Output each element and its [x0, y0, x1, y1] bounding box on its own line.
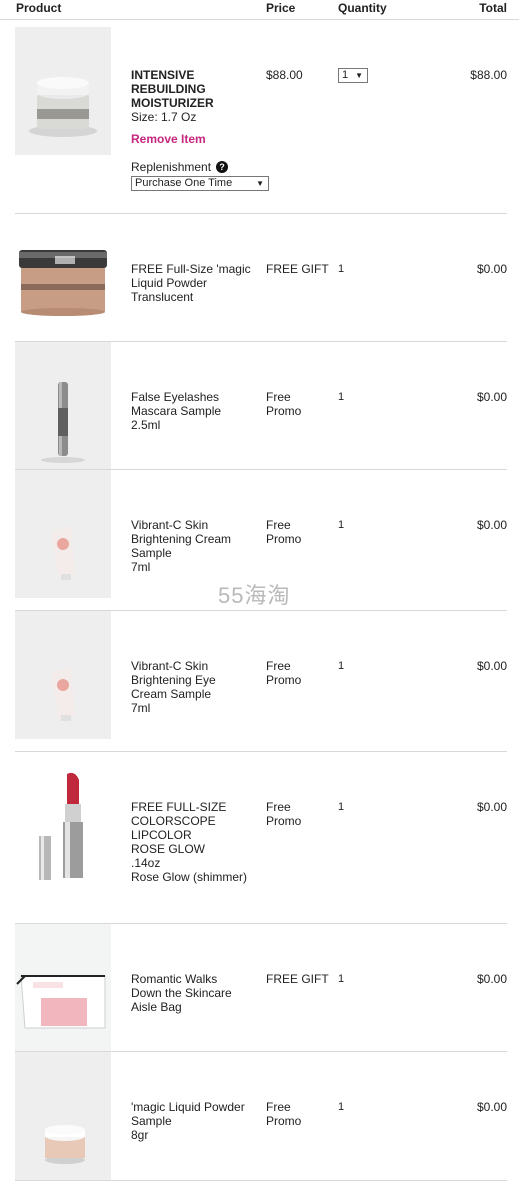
- product-image[interactable]: [15, 470, 111, 598]
- item-price: $88.00: [266, 68, 303, 82]
- cart-row: Romantic Walks Down the Skincare Aisle B…: [15, 924, 507, 1052]
- product-name: Romantic Walks Down the Skincare Aisle B…: [131, 972, 232, 1014]
- column-header-quantity: Quantity: [338, 1, 387, 15]
- product-name: Vibrant-C Skin Brightening Cream Sample …: [131, 518, 232, 574]
- product-size: Size: 1.7 Oz: [131, 110, 197, 124]
- item-quantity: 1: [338, 263, 345, 275]
- item-quantity: 1: [338, 801, 345, 813]
- watermark: 55海淘: [218, 583, 291, 608]
- product-image[interactable]: [15, 762, 111, 890]
- item-total: $0.00: [476, 390, 507, 404]
- item-price: FREE GIFT: [266, 972, 329, 986]
- item-price: Free Promo: [266, 390, 302, 418]
- replenishment-select-value: Purchase One Time: [135, 177, 233, 189]
- cart-table-header: Product Price Quantity Total: [0, 0, 519, 20]
- item-total: $0.00: [476, 518, 507, 532]
- chevron-down-icon: ▼: [256, 179, 264, 188]
- product-image[interactable]: [15, 924, 111, 1051]
- replenishment-label-text: Replenishment: [131, 160, 212, 174]
- chevron-down-icon: ▼: [355, 71, 363, 80]
- item-total: $0.00: [476, 800, 507, 814]
- product-name: FREE FULL-SIZE COLORSCOPE LIPCOLOR ROSE …: [131, 800, 248, 884]
- product-name: False Eyelashes Mascara Sample 2.5ml: [131, 390, 222, 432]
- cart-row: FREE FULL-SIZE COLORSCOPE LIPCOLOR ROSE …: [15, 752, 507, 924]
- column-header-product: Product: [16, 1, 62, 15]
- item-quantity: 1: [338, 660, 345, 672]
- item-total: $88.00: [470, 68, 507, 82]
- product-name: Vibrant-C Skin Brightening Eye Cream Sam…: [131, 659, 216, 715]
- item-total: $0.00: [476, 972, 507, 986]
- cart-row: 'magic Liquid Powder Sample 8gr Free Pro…: [15, 1052, 507, 1181]
- product-image[interactable]: [15, 342, 111, 469]
- quantity-select[interactable]: 1 ▼: [338, 68, 368, 83]
- item-quantity: 1: [338, 973, 345, 985]
- column-header-total: Total: [479, 1, 507, 15]
- cart-row: Vibrant-C Skin Brightening Eye Cream Sam…: [15, 611, 507, 752]
- product-image[interactable]: [15, 611, 111, 739]
- column-header-price: Price: [266, 1, 296, 15]
- item-price: FREE GIFT: [266, 262, 329, 276]
- cart-row: INTENSIVE REBUILDING MOISTURIZER Size: 1…: [15, 20, 507, 214]
- product-name: 'magic Liquid Powder Sample 8gr: [131, 1100, 245, 1142]
- product-image[interactable]: [15, 214, 111, 341]
- item-price: Free Promo: [266, 800, 302, 828]
- help-icon[interactable]: ?: [216, 161, 229, 173]
- item-price: Free Promo: [266, 518, 302, 546]
- product-image[interactable]: [15, 1052, 111, 1180]
- item-quantity: 1: [338, 519, 345, 531]
- item-total: $0.00: [476, 1100, 507, 1114]
- item-quantity: 1: [338, 391, 345, 403]
- quantity-select-value: 1: [342, 69, 349, 81]
- cart-row: FREE Full-Size 'magic Liquid Powder Tran…: [15, 214, 507, 342]
- replenishment-select[interactable]: Purchase One Time ▼: [131, 176, 269, 191]
- product-image[interactable]: [15, 27, 111, 155]
- item-total: $0.00: [476, 262, 507, 276]
- item-price: Free Promo: [266, 659, 302, 687]
- remove-item-link[interactable]: Remove Item: [131, 132, 206, 146]
- item-price: Free Promo: [266, 1100, 302, 1128]
- replenishment-label: Replenishment?: [131, 160, 229, 174]
- item-total: $0.00: [476, 659, 507, 673]
- product-name: FREE Full-Size 'magic Liquid Powder Tran…: [131, 262, 251, 304]
- product-name: INTENSIVE REBUILDING MOISTURIZER: [131, 68, 214, 110]
- item-quantity: 1: [338, 1101, 345, 1113]
- cart-row: False Eyelashes Mascara Sample 2.5ml Fre…: [15, 342, 507, 470]
